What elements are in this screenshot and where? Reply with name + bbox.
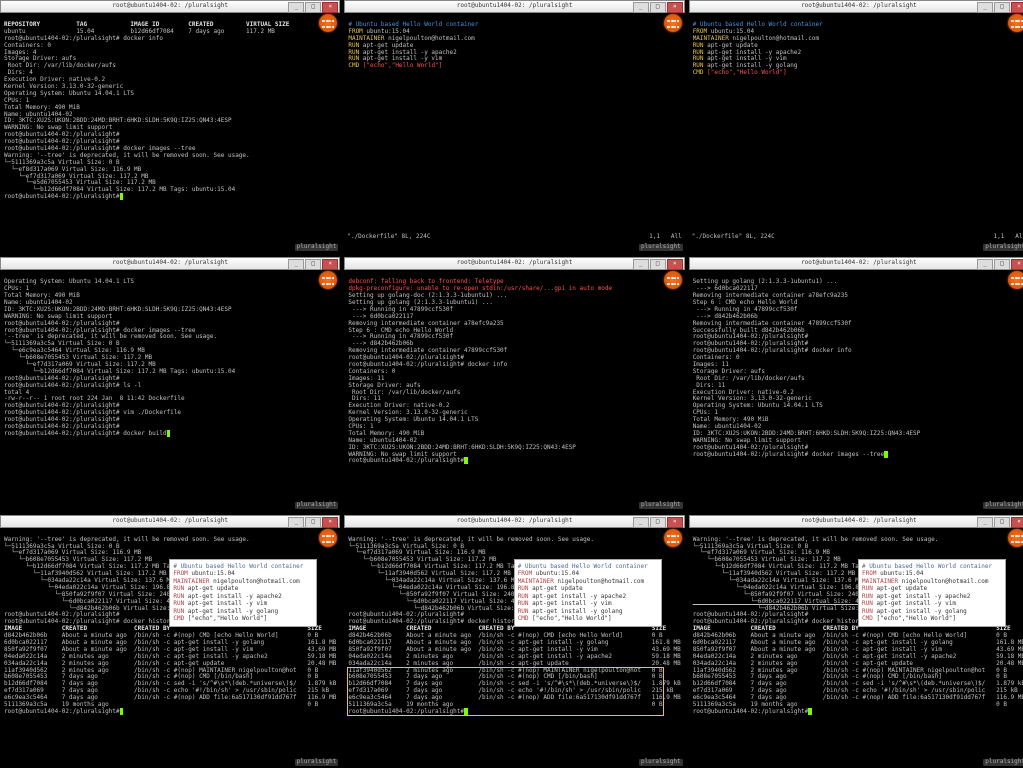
window-title: root@ubuntu1404-02: /pluralsight	[457, 518, 573, 525]
maximize-button[interactable]: □	[305, 2, 321, 13]
minimize-button[interactable]: _	[977, 259, 993, 270]
pluralsight-watermark: pluralsight	[639, 244, 683, 251]
ubuntu-logo-icon	[1008, 14, 1023, 32]
window-title: root@ubuntu1404-02: /pluralsight	[112, 3, 228, 10]
ubuntu-logo-icon	[319, 529, 337, 547]
window-title: root@ubuntu1404-02: /pluralsight	[801, 260, 917, 267]
close-button[interactable]: ×	[667, 517, 683, 528]
minimize-button[interactable]: _	[633, 2, 649, 13]
terminal-pane-5: root@ubuntu1404-02: /pluralsight _□× deb…	[344, 257, 684, 510]
dockerfile-inset-popup: # Ubuntu based Hello World containerFROM…	[169, 559, 317, 627]
ubuntu-logo-icon	[664, 14, 682, 32]
terminal-pane-1: root@ubuntu1404-02: /pluralsight _ □ × R…	[0, 0, 340, 253]
window-titlebar[interactable]: root@ubuntu1404-02: /pluralsight _□×	[689, 0, 1023, 13]
window-title: root@ubuntu1404-02: /pluralsight	[801, 3, 917, 10]
window-titlebar[interactable]: root@ubuntu1404-02: /pluralsight _□×	[0, 257, 340, 270]
window-titlebar[interactable]: root@ubuntu1404-02: /pluralsight _□×	[344, 0, 684, 13]
dockerfile-inset-popup: # Ubuntu based Hello World containerFROM…	[858, 559, 1006, 627]
screenshot-grid: root@ubuntu1404-02: /pluralsight _ □ × R…	[0, 0, 1023, 768]
close-button[interactable]: ×	[667, 259, 683, 270]
terminal-output[interactable]: debconf: falling back to frontend: Telet…	[345, 277, 683, 467]
window-title: root@ubuntu1404-02: /pluralsight	[457, 3, 573, 10]
terminal-pane-6: root@ubuntu1404-02: /pluralsight _□× Set…	[689, 257, 1023, 510]
highlight-box	[347, 667, 664, 716]
terminal-pane-9: root@ubuntu1404-02: /pluralsight _□× War…	[689, 515, 1023, 768]
ubuntu-logo-icon	[1008, 529, 1023, 547]
close-button[interactable]: ×	[322, 2, 338, 13]
minimize-button[interactable]: _	[288, 517, 304, 528]
maximize-button[interactable]: □	[305, 259, 321, 270]
maximize-button[interactable]: □	[994, 517, 1010, 528]
window-titlebar[interactable]: root@ubuntu1404-02: /pluralsight _□×	[344, 257, 684, 270]
minimize-button[interactable]: _	[977, 517, 993, 528]
close-button[interactable]: ×	[1011, 2, 1023, 13]
ubuntu-logo-icon	[664, 271, 682, 289]
pluralsight-watermark: pluralsight	[639, 759, 683, 766]
pluralsight-watermark: pluralsight	[295, 244, 339, 251]
maximize-button[interactable]: □	[994, 259, 1010, 270]
vim-editor[interactable]: # Ubuntu based Hello World container FRO…	[690, 20, 1023, 79]
window-buttons: _ □ ×	[288, 2, 338, 13]
terminal-pane-3: root@ubuntu1404-02: /pluralsight _□× # U…	[689, 0, 1023, 253]
maximize-button[interactable]: □	[650, 517, 666, 528]
close-button[interactable]: ×	[322, 517, 338, 528]
close-button[interactable]: ×	[322, 259, 338, 270]
vim-editor[interactable]: # Ubuntu based Hello World container FRO…	[345, 20, 683, 72]
maximize-button[interactable]: □	[994, 2, 1010, 13]
ubuntu-logo-icon	[1008, 271, 1023, 289]
pluralsight-watermark: pluralsight	[983, 502, 1023, 509]
terminal-output[interactable]: REPOSITORY TAG IMAGE ID CREATED VIRTUAL …	[1, 20, 339, 203]
terminal-pane-4: root@ubuntu1404-02: /pluralsight _□× Ope…	[0, 257, 340, 510]
minimize-button[interactable]: _	[633, 517, 649, 528]
window-title: root@ubuntu1404-02: /pluralsight	[112, 518, 228, 525]
window-title: root@ubuntu1404-02: /pluralsight	[457, 260, 573, 267]
pluralsight-watermark: pluralsight	[295, 759, 339, 766]
maximize-button[interactable]: □	[650, 2, 666, 13]
maximize-button[interactable]: □	[650, 259, 666, 270]
pluralsight-watermark: pluralsight	[983, 244, 1023, 251]
close-button[interactable]: ×	[1011, 259, 1023, 270]
window-titlebar[interactable]: root@ubuntu1404-02: /pluralsight _□×	[0, 515, 340, 528]
minimize-button[interactable]: _	[288, 259, 304, 270]
window-titlebar[interactable]: root@ubuntu1404-02: /pluralsight _ □ ×	[0, 0, 340, 13]
maximize-button[interactable]: □	[305, 517, 321, 528]
vim-statusbar: "./Dockerfile" 8L, 224C1,1 All	[692, 234, 1023, 241]
pluralsight-watermark: pluralsight	[639, 502, 683, 509]
terminal-output[interactable]: Setting up golang (2:1.3.3-1ubuntu1) ...…	[690, 277, 1023, 460]
terminal-pane-2: root@ubuntu1404-02: /pluralsight _□× # U…	[344, 0, 684, 253]
dockerfile-inset-popup: # Ubuntu based Hello World containerFROM…	[514, 559, 662, 627]
window-title: root@ubuntu1404-02: /pluralsight	[112, 260, 228, 267]
minimize-button[interactable]: _	[288, 2, 304, 13]
window-titlebar[interactable]: root@ubuntu1404-02: /pluralsight _□×	[344, 515, 684, 528]
minimize-button[interactable]: _	[977, 2, 993, 13]
terminal-output[interactable]: Operating System: Ubuntu 14.04.1 LTS CPU…	[1, 277, 339, 439]
pluralsight-watermark: pluralsight	[983, 759, 1023, 766]
close-button[interactable]: ×	[667, 2, 683, 13]
pluralsight-watermark: pluralsight	[295, 502, 339, 509]
close-button[interactable]: ×	[1011, 517, 1023, 528]
ubuntu-logo-icon	[664, 529, 682, 547]
vim-statusbar: "./Dockerfile" 8L, 224C1,1 All	[347, 234, 681, 241]
minimize-button[interactable]: _	[633, 259, 649, 270]
terminal-pane-7: root@ubuntu1404-02: /pluralsight _□× War…	[0, 515, 340, 768]
window-titlebar[interactable]: root@ubuntu1404-02: /pluralsight _□×	[689, 257, 1023, 270]
window-title: root@ubuntu1404-02: /pluralsight	[801, 518, 917, 525]
terminal-pane-8: root@ubuntu1404-02: /pluralsight _□× War…	[344, 515, 684, 768]
window-titlebar[interactable]: root@ubuntu1404-02: /pluralsight _□×	[689, 515, 1023, 528]
